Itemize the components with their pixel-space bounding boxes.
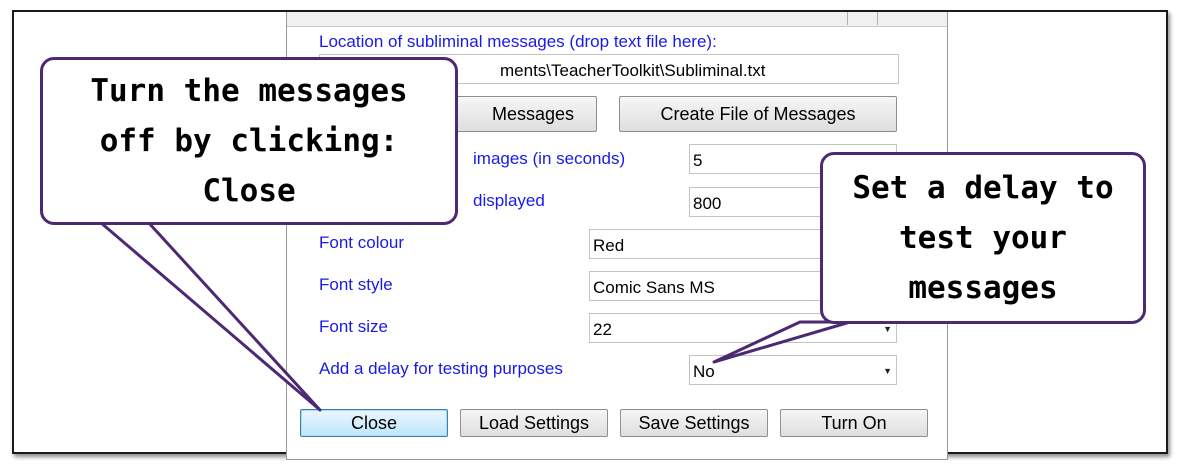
right-callout-line-1: Set a delay to <box>852 170 1114 206</box>
left-callout-line-1: Turn the messages <box>90 73 408 109</box>
right-callout-pointer <box>712 320 852 364</box>
right-callout-line-2: test your <box>899 220 1067 256</box>
left-callout-line-3: Close <box>202 173 296 209</box>
right-callout: Set a delay to test your messages <box>820 152 1146 324</box>
right-callout-line-3: messages <box>908 270 1058 306</box>
left-callout-pointer <box>98 220 322 412</box>
left-callout: Turn the messages off by clicking: Close <box>40 57 458 225</box>
left-callout-line-2: off by clicking: <box>99 123 399 159</box>
